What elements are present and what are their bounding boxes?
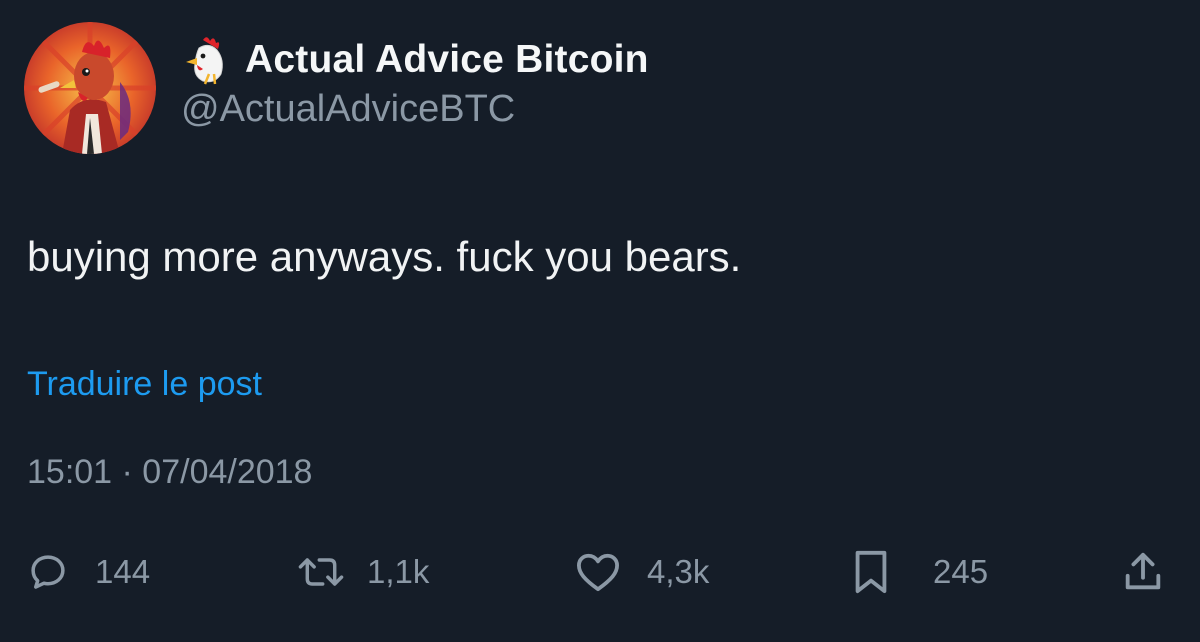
bookmark-button[interactable]: 245 (853, 547, 988, 597)
tweet-text: buying more anyways. fuck you bears. (27, 233, 742, 280)
bookmark-icon (855, 550, 887, 594)
author-handle[interactable]: @ActualAdviceBTC (181, 88, 515, 131)
rooster-avatar-icon (24, 22, 156, 154)
retweet-count: 1,1k (367, 553, 430, 590)
retweet-icon (298, 558, 344, 586)
reply-count: 144 (95, 553, 151, 590)
retweet-button[interactable]: 1,1k (297, 547, 429, 597)
reply-icon (31, 555, 65, 589)
rooster-emoji-icon (186, 37, 223, 85)
like-count: 4,3k (647, 553, 710, 590)
author-display-name[interactable]: Actual Advice Bitcoin (245, 38, 649, 82)
bookmark-count: 245 (933, 553, 989, 590)
author-name-row[interactable]: Actual Advice Bitcoin (183, 34, 649, 86)
share-button[interactable] (1120, 547, 1166, 597)
tweet-card: Actual Advice Bitcoin @ActualAdviceBTC b… (0, 0, 1200, 642)
heart-icon (577, 553, 619, 592)
translate-link[interactable]: Traduire le post (27, 365, 262, 404)
like-button[interactable]: 4,3k (575, 547, 709, 597)
avatar[interactable] (24, 22, 156, 154)
tweet-timestamp[interactable]: 15:01 · 07/04/2018 (27, 453, 312, 492)
reply-button[interactable]: 144 (27, 547, 150, 597)
share-icon (1125, 552, 1161, 590)
